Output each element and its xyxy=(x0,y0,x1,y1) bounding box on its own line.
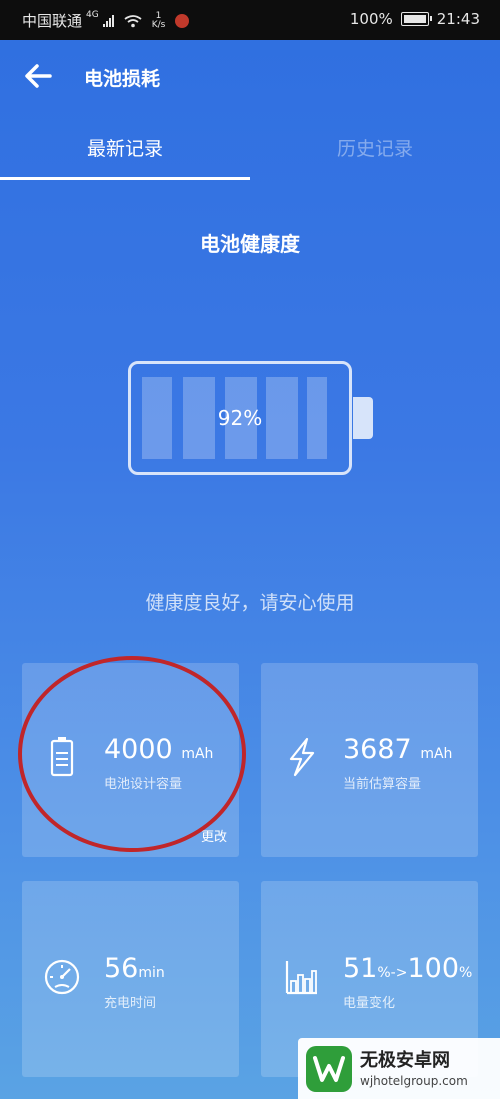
estimated-capacity-label: 当前估算容量 xyxy=(343,777,422,792)
status-bar-right: 100% 21:43 xyxy=(350,10,480,28)
charge-change-label: 电量变化 xyxy=(343,996,396,1011)
estimated-capacity-unit: mAh xyxy=(420,746,453,762)
wifi-icon xyxy=(124,14,142,27)
status-bar-left: 中国联通 4G 1 K/s xyxy=(22,10,190,31)
battery-health-title: 电池健康度 xyxy=(200,232,300,256)
page-title: 电池损耗 xyxy=(84,68,161,90)
annotation-circle xyxy=(18,656,246,852)
charge-change-to: 100 xyxy=(407,953,460,984)
tab-latest-records[interactable]: 最新记录 xyxy=(0,134,250,161)
title-bar: 电池损耗 xyxy=(0,40,500,112)
charge-time-number: 56 xyxy=(104,953,139,984)
charge-change-arrow: -> xyxy=(390,965,408,981)
charge-change-from-unit: % xyxy=(377,965,391,981)
charge-change-value: 51%->100% xyxy=(343,953,472,984)
estimated-capacity-value: 3687 mAh xyxy=(343,734,452,765)
estimated-capacity-number: 3687 xyxy=(343,734,412,765)
estimated-capacity-card: 3687 mAh 当前估算容量 xyxy=(261,663,478,857)
watermark-name: 无极安卓网 xyxy=(360,1050,450,1071)
w-logo-icon xyxy=(313,1056,345,1082)
charge-time-value: 56min xyxy=(104,953,165,984)
bar-chart-icon xyxy=(285,961,317,995)
signal-icon xyxy=(102,14,114,27)
charge-time-card: 56min 充电时间 xyxy=(22,881,239,1077)
network-type-label: 4G xyxy=(86,10,99,20)
charge-time-label: 充电时间 xyxy=(104,996,157,1011)
notification-app-icon xyxy=(175,13,190,28)
watermark-logo-icon xyxy=(306,1046,352,1092)
active-tab-indicator xyxy=(0,177,250,180)
battery-health-percent: 92% xyxy=(217,406,263,430)
status-bar: 中国联通 4G 1 K/s 100% 21:43 xyxy=(0,0,500,40)
net-speed: 1 K/s xyxy=(151,11,166,30)
tab-bar: 最新记录 历史记录 xyxy=(0,112,500,182)
battery-health-icon: 92% xyxy=(128,361,352,475)
time-label: 21:43 xyxy=(436,10,480,28)
net-speed-unit: K/s xyxy=(151,19,166,30)
battery-loss-screen: 中国联通 4G 1 K/s 100% 21:43 电池损耗 最新记录 历史记录 … xyxy=(0,0,500,1099)
carrier-label: 中国联通 xyxy=(22,12,83,30)
battery-cap xyxy=(353,397,373,439)
charge-change-from: 51 xyxy=(343,953,378,984)
arrow-left-icon[interactable] xyxy=(22,60,54,92)
speedometer-icon xyxy=(44,959,80,995)
charge-time-unit: min xyxy=(138,965,165,981)
watermark-url: wjhotelgroup.com xyxy=(360,1074,468,1088)
battery-percent-label: 100% xyxy=(349,10,393,28)
charge-change-to-unit: % xyxy=(459,965,473,981)
battery-status-icon xyxy=(400,12,432,26)
health-message: 健康度良好，请安心使用 xyxy=(145,592,355,614)
site-watermark: 无极安卓网 wjhotelgroup.com xyxy=(298,1038,500,1099)
lightning-icon xyxy=(289,737,315,777)
tab-history-records[interactable]: 历史记录 xyxy=(250,134,500,161)
